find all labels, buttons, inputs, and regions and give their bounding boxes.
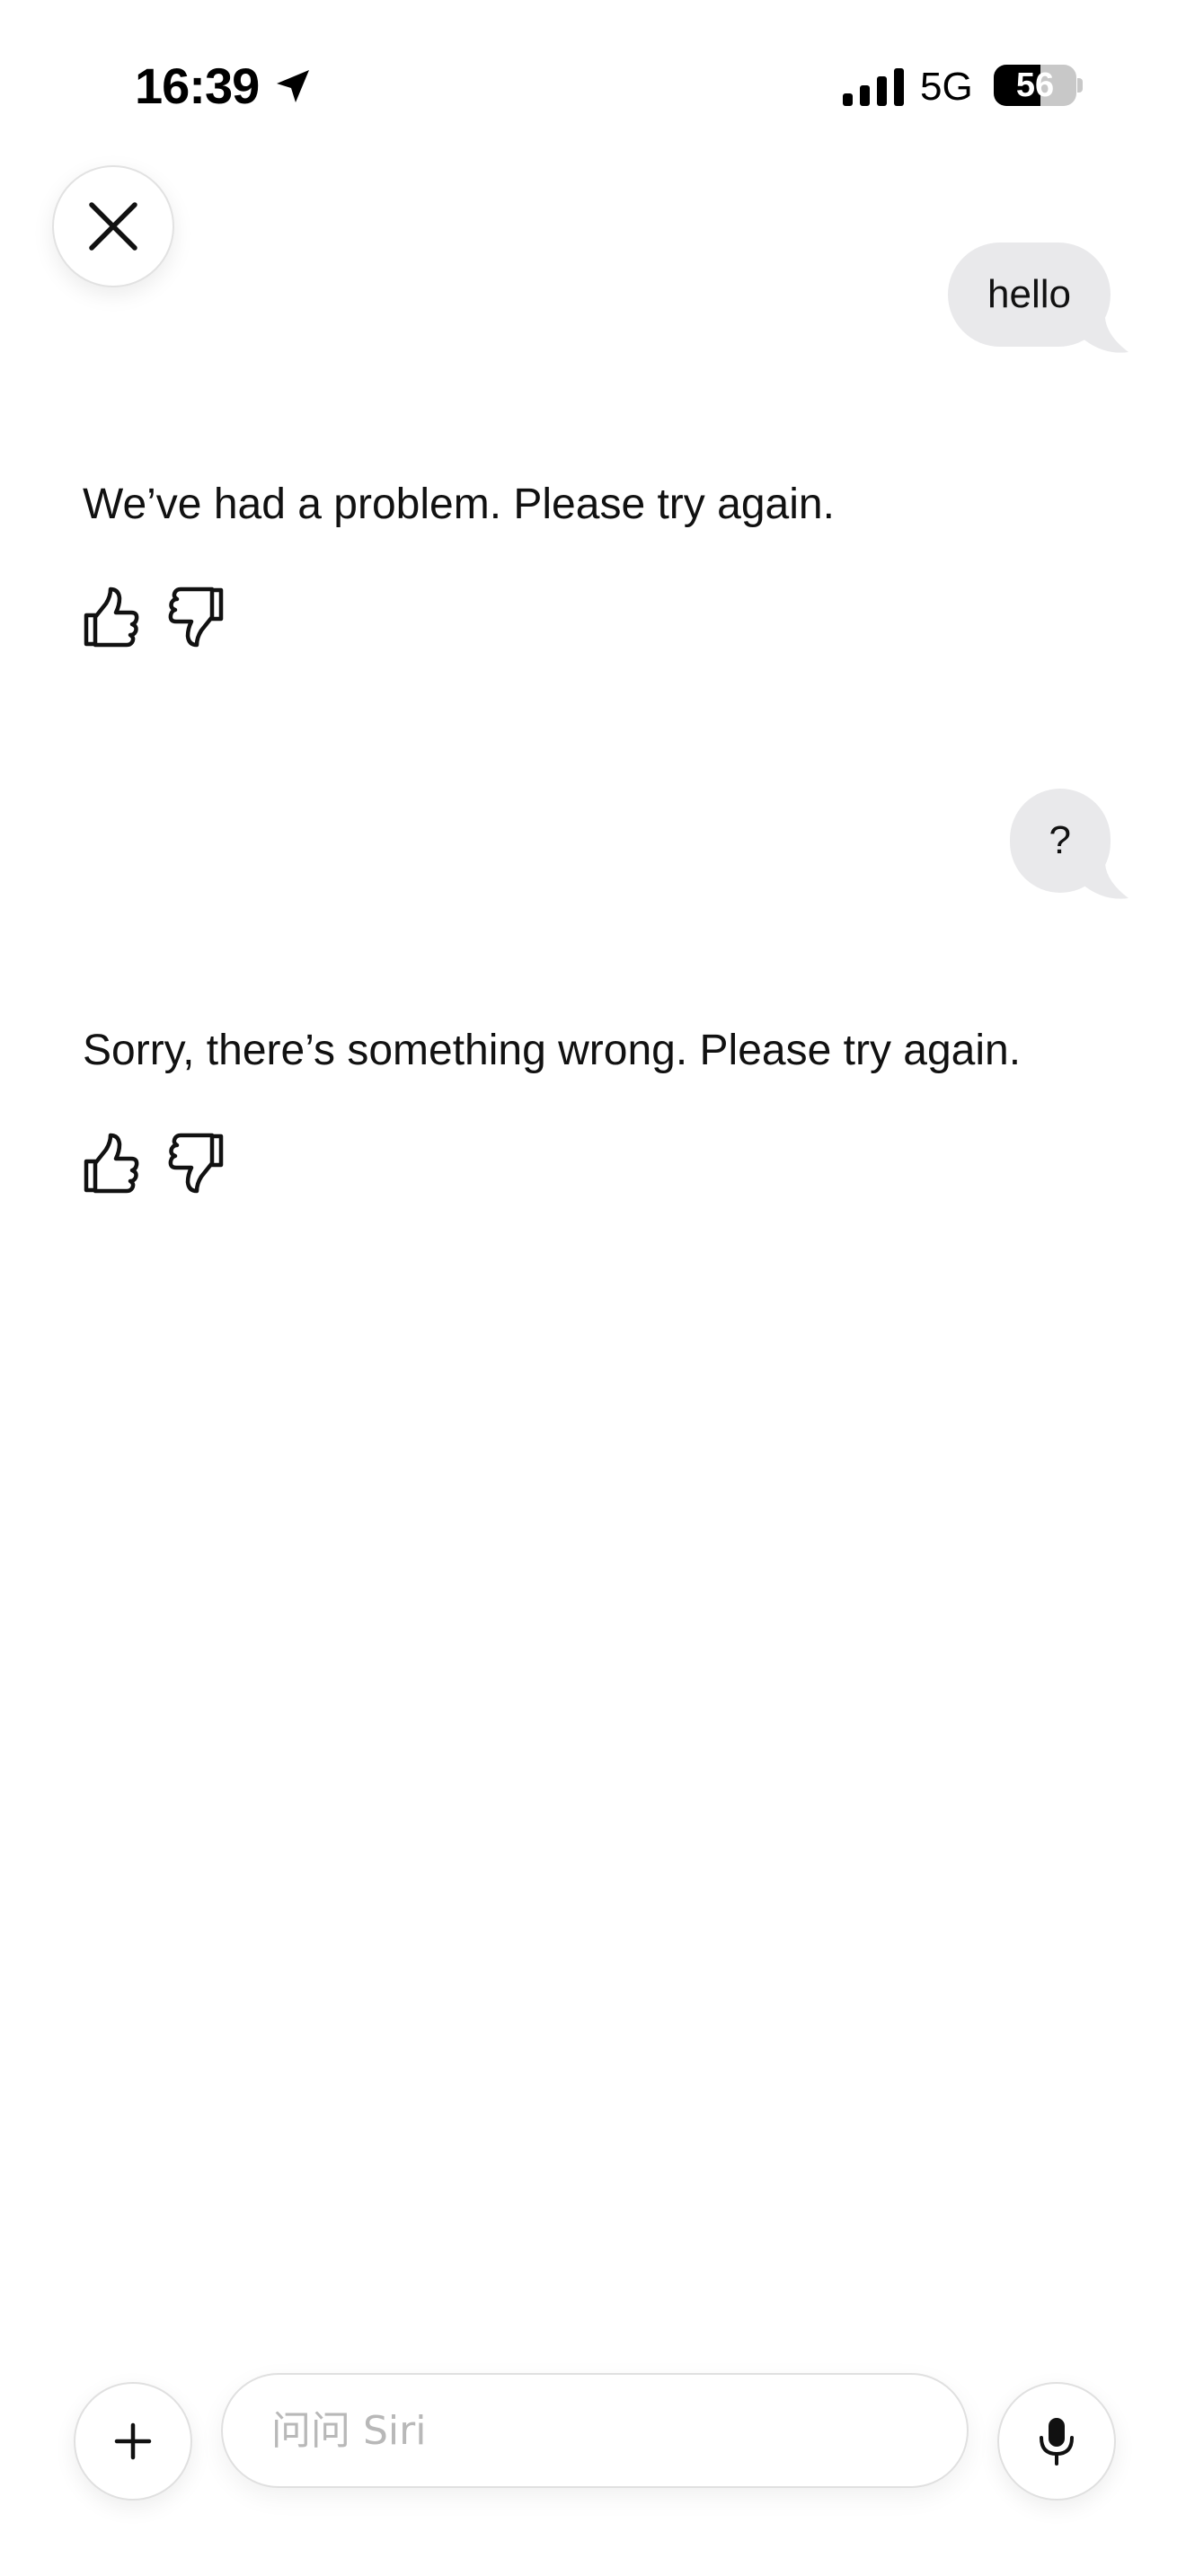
close-button[interactable] [52, 165, 174, 287]
assistant-message: Sorry, there’s something wrong. Please t… [83, 1027, 1022, 1074]
add-attachment-button[interactable] [74, 2382, 192, 2501]
ask-siri-input[interactable] [271, 2375, 918, 2486]
microphone-button[interactable] [997, 2382, 1116, 2501]
close-icon [89, 202, 137, 251]
thumbs-down-icon[interactable] [167, 586, 226, 648]
assistant-message: We’ve had a problem. Please try again. [83, 481, 835, 528]
plus-icon [114, 2422, 152, 2460]
microphone-icon [1040, 2418, 1074, 2466]
ask-siri-field[interactable] [221, 2373, 969, 2488]
feedback-row [81, 586, 226, 648]
network-type: 5G [920, 65, 973, 109]
siri-chat-screen: 16:39 5G 56 hello We’ve had a problem. P… [0, 0, 1186, 2576]
bubble-tail [1076, 864, 1128, 899]
user-message-text: hello [987, 272, 1071, 316]
user-message-text: ? [1049, 818, 1071, 862]
thumbs-down-icon[interactable] [167, 1132, 226, 1195]
cellular-signal-icon [843, 68, 904, 106]
status-time: 16:39 [135, 57, 260, 114]
user-message-bubble: ? [1009, 789, 1128, 899]
thumbs-up-icon[interactable] [81, 586, 140, 648]
user-message-bubble: hello [948, 243, 1128, 353]
battery-tip [1077, 78, 1083, 93]
thumbs-up-icon[interactable] [81, 1132, 140, 1195]
location-arrow-icon [277, 70, 309, 102]
bubble-tail [1076, 318, 1128, 353]
battery-icon: 56 [994, 65, 1076, 106]
battery-level: 56 [1015, 66, 1055, 104]
feedback-row [81, 1132, 226, 1195]
